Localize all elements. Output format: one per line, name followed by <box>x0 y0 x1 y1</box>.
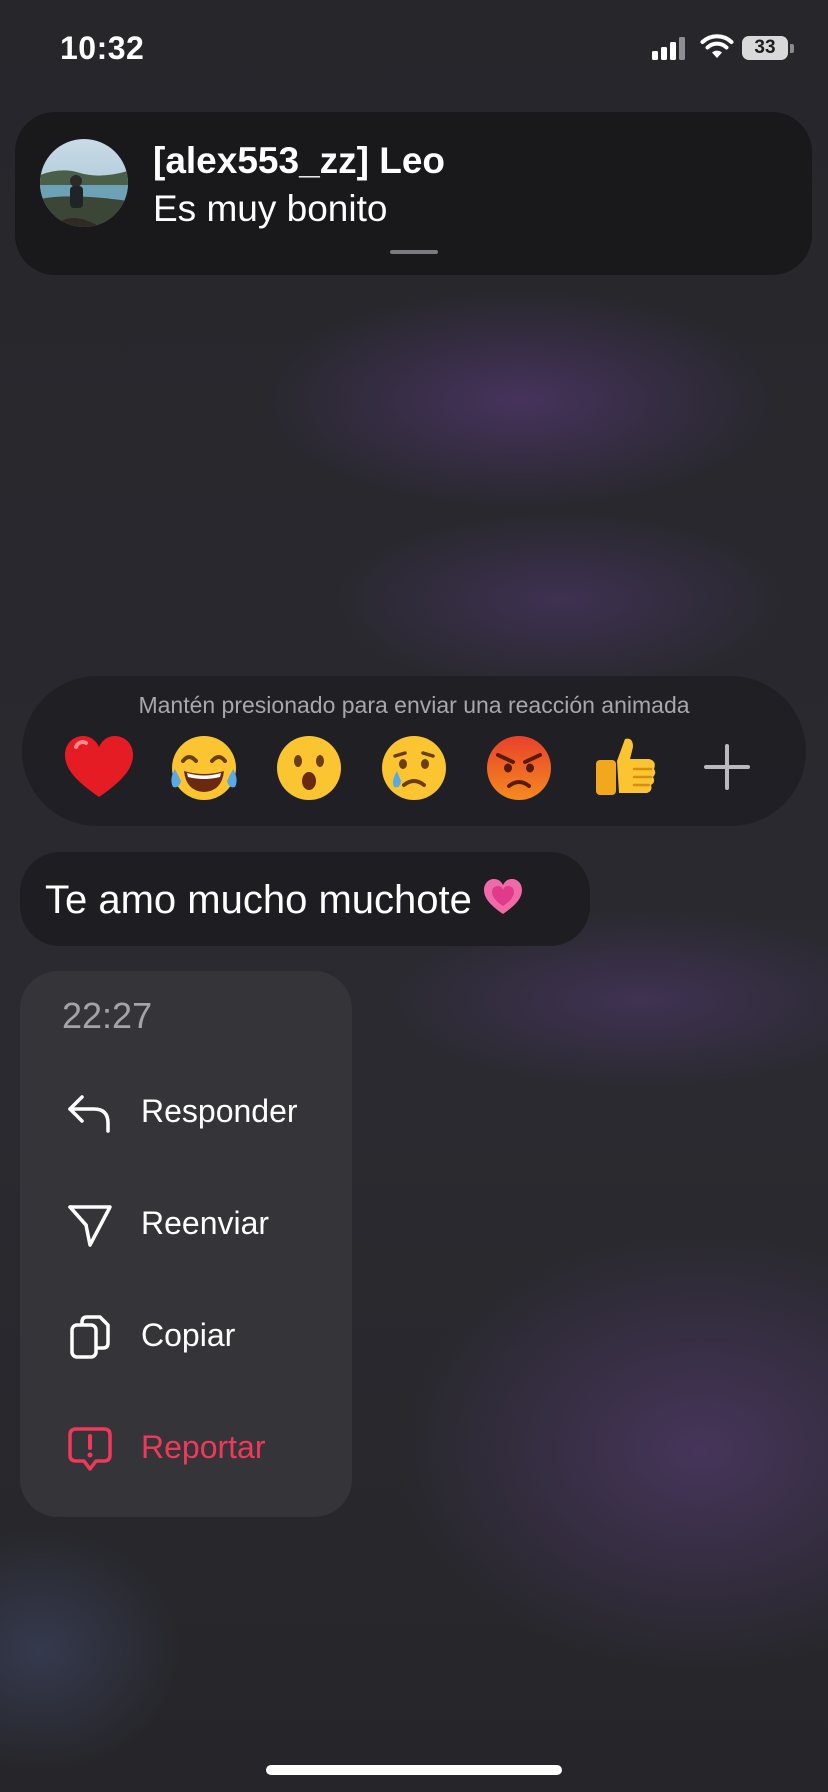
menu-label-copy: Copiar <box>141 1317 236 1353</box>
message-bubble[interactable]: Te amo mucho muchote <box>20 852 590 946</box>
send-icon <box>66 1201 114 1249</box>
menu-item-copy[interactable]: Copiar <box>20 1285 352 1381</box>
reply-icon <box>66 1089 114 1137</box>
menu-label-reply: Responder <box>141 1093 298 1129</box>
message-context-menu: 22:27 Responder Reenviar Copiar Reportar <box>20 971 352 1517</box>
notification-banner[interactable]: [alex553_zz] Leo Es muy bonito <box>15 112 812 275</box>
notification-message: Es muy bonito <box>153 188 388 229</box>
menu-item-forward[interactable]: Reenviar <box>20 1173 352 1269</box>
copy-icon <box>66 1313 114 1361</box>
thumbs-up-emoji-icon[interactable] <box>587 731 661 805</box>
battery-icon: 33 <box>742 36 788 60</box>
add-reaction-plus-icon[interactable] <box>702 742 752 792</box>
menu-label-report: Reportar <box>141 1429 266 1465</box>
battery-level: 33 <box>754 37 776 58</box>
crying-face-emoji-icon[interactable] <box>377 731 451 805</box>
menu-item-report[interactable]: Reportar <box>20 1397 352 1493</box>
notification-grabber[interactable] <box>390 250 438 254</box>
menu-label-forward: Reenviar <box>141 1205 270 1241</box>
message-timestamp: 22:27 <box>62 995 153 1036</box>
avatar <box>40 139 128 227</box>
notification-sender: [alex553_zz] Leo <box>153 140 446 181</box>
message-text-line: Te amo mucho muchote <box>45 877 524 923</box>
status-time: 10:32 <box>60 30 145 66</box>
status-bar: 10:32 33 <box>0 0 828 100</box>
red-heart-emoji-icon[interactable] <box>62 731 136 805</box>
battery-cap <box>790 44 794 53</box>
reaction-bar: Mantén presionado para enviar una reacci… <box>22 676 806 826</box>
message-text: Te amo mucho muchote <box>45 878 472 922</box>
reaction-hint: Mantén presionado para enviar una reacci… <box>138 692 690 718</box>
tears-of-joy-emoji-icon[interactable] <box>167 731 241 805</box>
angry-face-emoji-icon[interactable] <box>482 731 556 805</box>
growing-heart-emoji-icon <box>482 877 524 917</box>
home-indicator[interactable] <box>266 1765 562 1775</box>
report-icon <box>66 1425 114 1473</box>
cellular-signal-icon <box>652 36 688 60</box>
menu-item-reply[interactable]: Responder <box>20 1061 352 1157</box>
wifi-icon <box>700 34 734 60</box>
surprised-face-emoji-icon[interactable] <box>272 731 346 805</box>
